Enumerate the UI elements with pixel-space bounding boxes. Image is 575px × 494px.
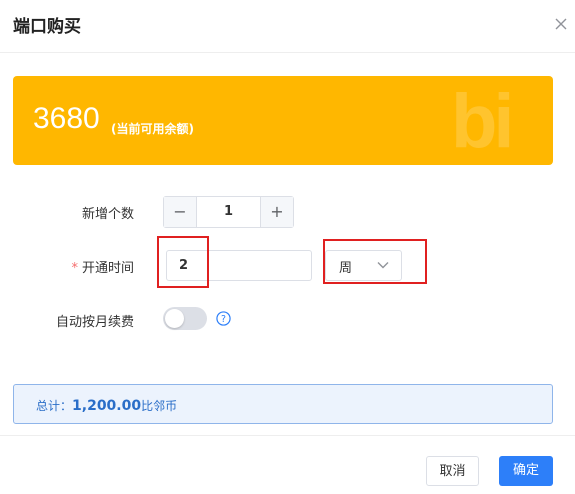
port-purchase-dialog: 端口购买 bi 3680 (当前可用余额) 新增个数 − 1 + * 开通时间 2… (0, 0, 575, 494)
time-label: * 开通时间 (14, 257, 134, 276)
increment-button[interactable]: + (260, 197, 293, 227)
dialog-title: 端口购买 (13, 17, 81, 37)
question-circle-icon[interactable]: ? (216, 311, 231, 326)
decrement-button[interactable]: − (164, 197, 197, 227)
auto-renew-label: 自动按月续费 (55, 315, 134, 330)
total-summary: 总计：1,200.00比邻币 (13, 384, 553, 424)
footer-divider (0, 435, 575, 436)
svg-text:?: ? (221, 314, 226, 325)
balance-value: 3680 (33, 102, 100, 135)
dialog-header: 端口购买 (0, 0, 575, 53)
balance-banner: bi 3680 (当前可用余额) (13, 76, 553, 165)
chevron-down-icon (377, 262, 389, 269)
count-label: 新增个数 (81, 207, 134, 222)
required-mark: * (71, 261, 78, 276)
total-currency: 比邻币 (141, 399, 178, 413)
cancel-button[interactable]: 取消 (426, 456, 479, 486)
balance-note: (当前可用余额) (111, 122, 194, 136)
quantity-input[interactable]: 1 (197, 197, 260, 227)
auto-renew-toggle[interactable] (163, 307, 207, 330)
brand-watermark-logo: bi (451, 79, 515, 164)
total-amount: 1,200.00 (72, 398, 142, 414)
duration-unit-select[interactable]: 周 (325, 250, 402, 281)
quantity-stepper: − 1 + (163, 196, 294, 228)
total-text: 总计：1,200.00比邻币 (36, 397, 177, 414)
close-icon[interactable] (551, 14, 571, 34)
total-prefix: 总计： (36, 399, 73, 413)
duration-input[interactable]: 2 (166, 250, 312, 281)
toggle-knob (165, 309, 184, 328)
unit-selected-value: 周 (339, 261, 353, 276)
confirm-button[interactable]: 确定 (499, 456, 553, 486)
time-label-text: 开通时间 (81, 261, 134, 276)
